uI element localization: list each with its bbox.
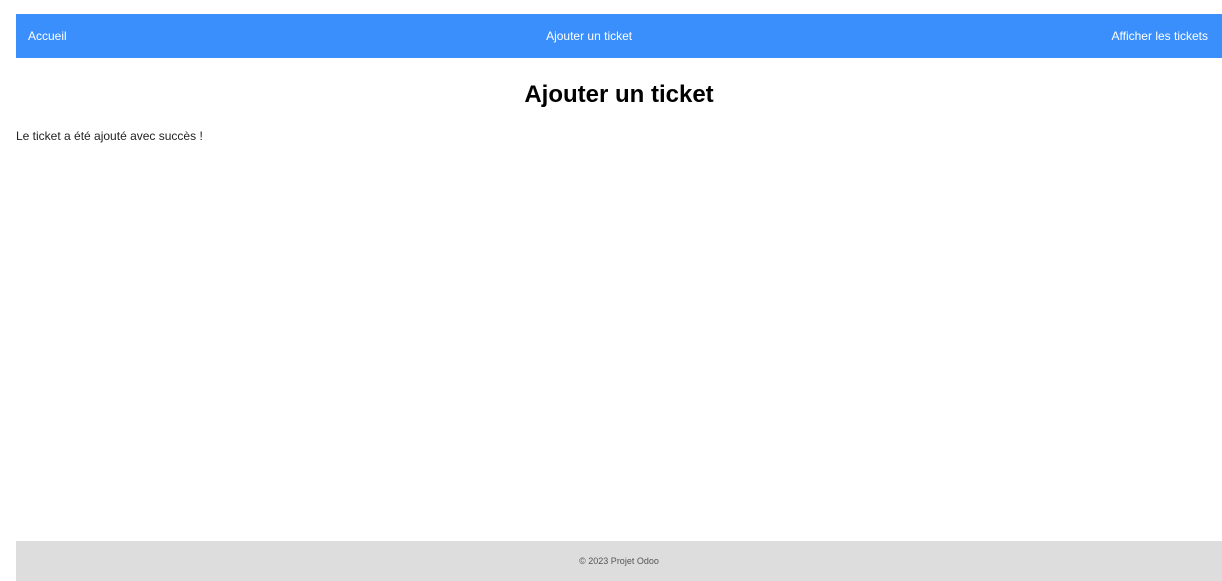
nav-link-view-tickets[interactable]: Afficher les tickets — [1112, 28, 1208, 44]
navbar: Accueil Ajouter un ticket Afficher les t… — [16, 14, 1222, 58]
nav-link-home[interactable]: Accueil — [28, 28, 67, 44]
success-message: Le ticket a été ajouté avec succès ! — [16, 129, 203, 143]
page: Accueil Ajouter un ticket Afficher les t… — [0, 0, 1222, 581]
footer: © 2023 Projet Odoo — [16, 541, 1222, 581]
page-title: Ajouter un ticket — [524, 81, 714, 108]
footer-copyright: © 2023 Projet Odoo — [579, 556, 659, 566]
nav-link-add-ticket[interactable]: Ajouter un ticket — [546, 28, 632, 44]
